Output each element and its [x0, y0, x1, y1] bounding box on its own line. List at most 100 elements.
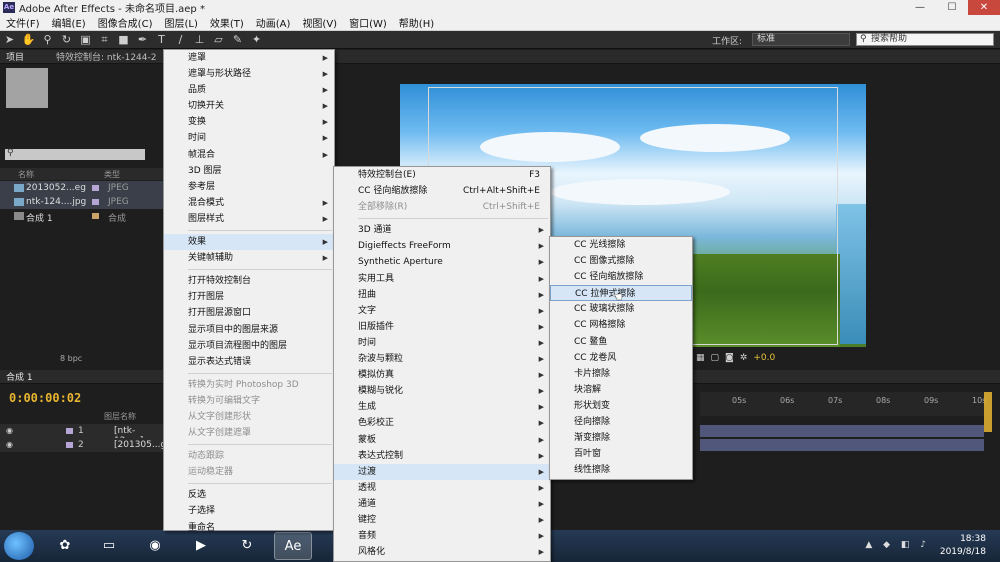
grid-icon[interactable]: ▦ — [696, 353, 705, 363]
menu-item[interactable]: 通道 ▶ — [334, 496, 550, 512]
menu-item[interactable]: 时间 ▶ — [164, 130, 334, 146]
menu-item[interactable]: 图层样式 ▶ — [164, 211, 334, 227]
video-player-icon[interactable]: ▶ — [182, 532, 220, 560]
menu-effect[interactable]: 效果(T) — [204, 15, 250, 30]
menu-item[interactable]: 旧版插件 ▶ — [334, 319, 550, 335]
tab-timeline-comp[interactable]: 合成 1 — [0, 370, 39, 383]
zoom-tool-icon[interactable]: ⚲ — [38, 32, 57, 48]
bit-depth-indicator[interactable]: 8 bpc — [60, 354, 82, 363]
menu-item[interactable]: 径向擦除 — [550, 414, 692, 430]
rectangle-tool-icon[interactable]: ■ — [114, 32, 133, 48]
menu-item[interactable]: 卡片擦除 — [550, 366, 692, 382]
menu-item[interactable]: 品质 ▶ — [164, 82, 334, 98]
text-tool-icon[interactable]: T — [152, 32, 171, 48]
menu-item[interactable]: CC 网格擦除 — [550, 317, 692, 333]
menu-item[interactable]: 关键帧辅助 ▶ — [164, 250, 334, 266]
menu-item[interactable]: 透视 ▶ — [334, 480, 550, 496]
menu-file[interactable]: 文件(F) — [0, 15, 46, 30]
menu-item[interactable]: 实用工具 ▶ — [334, 271, 550, 287]
menu-item[interactable]: 打开特效控制台 — [164, 273, 334, 289]
visibility-eye-icon[interactable]: ◉ — [6, 440, 13, 449]
layer-duration-bar[interactable] — [700, 425, 984, 437]
minimize-icon[interactable]: — — [904, 0, 936, 15]
rotate-tool-icon[interactable]: ↻ — [57, 32, 76, 48]
menu-item[interactable]: 混合模式 ▶ — [164, 195, 334, 211]
menu-item[interactable]: 百叶窗 — [550, 446, 692, 462]
menu-item[interactable]: CC 图像式擦除 — [550, 253, 692, 269]
menu-item[interactable]: 反选 — [164, 487, 334, 503]
menu-item[interactable]: 3D 通道 ▶ — [334, 222, 550, 238]
timeline-layer-row[interactable]: ◉ 1 [ntk-12...g] — [0, 424, 163, 446]
clone-stamp-tool-icon[interactable]: ⊥ — [190, 32, 209, 48]
menu-item[interactable]: 遮罩 ▶ — [164, 50, 334, 66]
puppet-tool-icon[interactable]: ✦ — [247, 32, 266, 48]
menu-animation[interactable]: 动画(A) — [250, 15, 297, 30]
firefox-icon[interactable]: ◉ — [136, 532, 174, 560]
menu-item[interactable]: 变换 ▶ — [164, 114, 334, 130]
menu-item[interactable]: 渐变擦除 — [550, 430, 692, 446]
column-name[interactable]: 名称 — [18, 169, 34, 180]
menu-item[interactable]: 打开图层 — [164, 289, 334, 305]
media-player-icon[interactable]: ✿ — [46, 532, 84, 560]
menu-item[interactable]: Synthetic Aperture ▶ — [334, 254, 550, 270]
workspace-select[interactable]: 标准 — [752, 33, 850, 46]
menu-item[interactable]: 模糊与锐化 ▶ — [334, 383, 550, 399]
help-search-input[interactable]: ⚲ 搜索帮助 — [856, 33, 994, 46]
project-item[interactable]: ntk-124....jpg JPEG — [0, 195, 163, 209]
menu-view[interactable]: 视图(V) — [296, 15, 343, 30]
menu-item[interactable]: 线性擦除 — [550, 462, 692, 478]
menu-item[interactable]: 参考层 — [164, 179, 334, 195]
tab-project[interactable]: 项目 — [0, 50, 30, 63]
menu-item[interactable]: Digieffects FreeForm ▶ — [334, 238, 550, 254]
menu-item[interactable]: 过渡 ▶ — [334, 463, 550, 480]
start-button[interactable] — [4, 532, 34, 560]
region-icon[interactable]: ▢ — [711, 353, 720, 363]
channel-icon[interactable]: ✲ — [740, 353, 748, 363]
menu-edit[interactable]: 编辑(E) — [46, 15, 92, 30]
menu-item[interactable]: 重命名 — [164, 520, 334, 536]
menu-item[interactable]: 遮罩与形状路径 ▶ — [164, 66, 334, 82]
menu-item[interactable]: 时间 ▶ — [334, 335, 550, 351]
pan-behind-tool-icon[interactable]: ⌗ — [95, 32, 114, 48]
hand-tool-icon[interactable]: ✋ — [19, 32, 38, 48]
eraser-tool-icon[interactable]: ▱ — [209, 32, 228, 48]
time-ruler[interactable]: 05s 06s 07s 08s 09s 10s — [700, 392, 992, 416]
project-search-input[interactable]: ⚲ — [5, 148, 145, 160]
after-effects-taskbar-icon[interactable]: Ae — [274, 532, 312, 560]
project-item[interactable]: 2013052...eg JPEG — [0, 181, 163, 195]
snapshot-icon[interactable]: ◙ — [725, 353, 734, 363]
roto-brush-tool-icon[interactable]: ✎ — [228, 32, 247, 48]
pen-tool-icon[interactable]: ✒ — [133, 32, 152, 48]
visibility-eye-icon[interactable]: ◉ — [6, 426, 13, 435]
selection-tool-icon[interactable]: ➤ — [0, 32, 19, 48]
timeline-layer-row[interactable]: ◉ 2 [201305...g] — [0, 438, 170, 452]
layer-duration-bar[interactable] — [700, 439, 984, 451]
menu-item[interactable]: 形状划变 — [550, 398, 692, 414]
menu-item[interactable]: 扭曲 ▶ — [334, 287, 550, 303]
menu-item[interactable]: 生成 ▶ — [334, 399, 550, 415]
camera-tool-icon[interactable]: ▣ — [76, 32, 95, 48]
menu-item[interactable]: CC 龙卷风 — [550, 350, 692, 366]
menu-item[interactable]: CC 光线擦除 — [550, 237, 692, 253]
close-icon[interactable]: ✕ — [968, 0, 1000, 15]
folder-icon[interactable]: ▭ — [90, 532, 128, 560]
menu-item[interactable]: 3D 图层 — [164, 163, 334, 179]
column-layer-name[interactable]: 图层名称 — [104, 411, 136, 422]
menu-item[interactable]: 文字 ▶ — [334, 303, 550, 319]
menu-item[interactable]: 色彩校正 ▶ — [334, 415, 550, 431]
column-type[interactable]: 类型 — [104, 169, 120, 180]
menu-item[interactable]: 表达式控制 ▶ — [334, 448, 550, 464]
menu-item[interactable]: 效果 ▶ — [164, 234, 334, 251]
menu-item[interactable]: CC 鳌鱼 — [550, 334, 692, 350]
menu-item[interactable]: 子选择 — [164, 503, 334, 519]
taskbar-clock[interactable]: 18:38 2019/8/18 — [940, 533, 986, 559]
refresh-app-icon[interactable]: ↻ — [228, 532, 266, 560]
project-item[interactable]: 合成 1 合成 — [0, 209, 163, 224]
menu-item[interactable]: 块溶解 — [550, 382, 692, 398]
menu-window[interactable]: 窗口(W) — [343, 15, 393, 30]
menu-item[interactable]: CC 径向缩放擦除 — [550, 269, 692, 285]
menu-item[interactable]: 显示项目中的图层来源 — [164, 322, 334, 338]
menu-item[interactable]: CC 径向缩放擦除 Ctrl+Alt+Shift+E — [334, 183, 550, 199]
menu-help[interactable]: 帮助(H) — [393, 15, 440, 30]
tab-effect-controls[interactable]: 特效控制台: ntk-1244-2 — [50, 50, 162, 63]
